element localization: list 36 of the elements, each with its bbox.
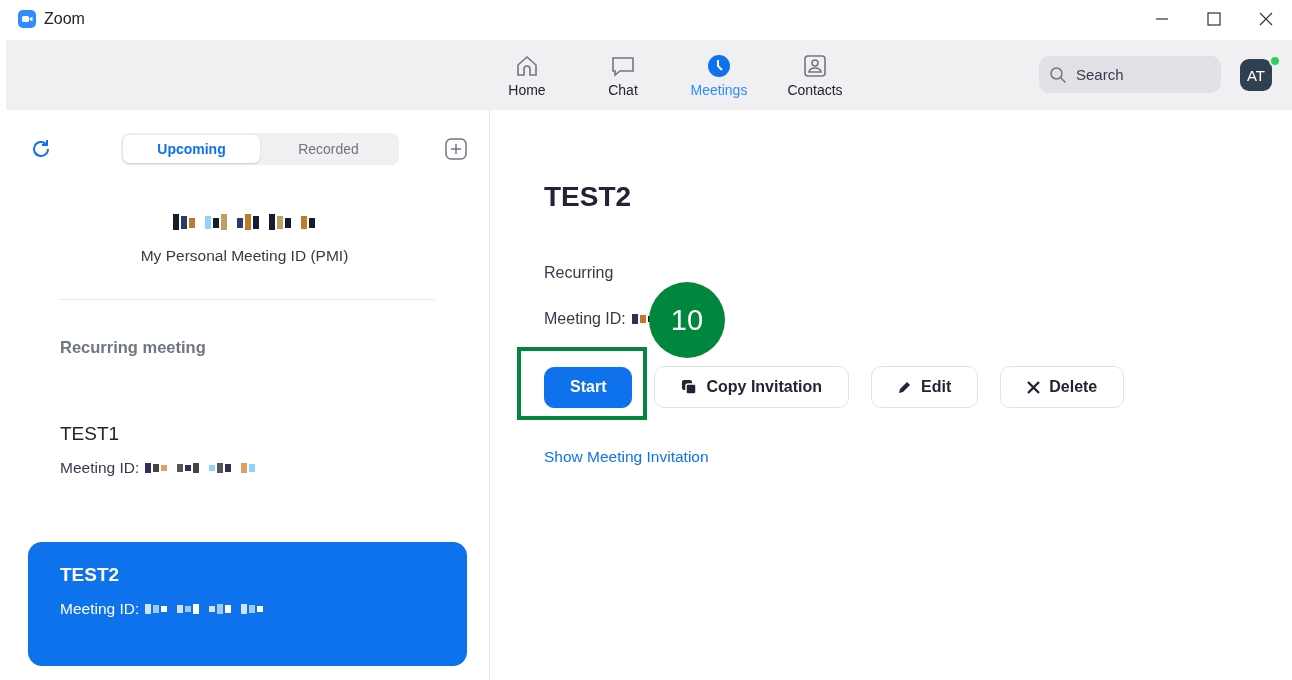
meeting-title: TEST2 [544,181,633,213]
app-logo [18,10,36,28]
copy-icon [681,379,698,395]
meeting-id-label: Meeting ID: [60,600,140,618]
contact-card-icon [802,52,828,79]
tab[interactable]: Upcoming [123,135,260,163]
search-field[interactable]: Search [1039,56,1221,93]
delete-button[interactable]: Delete [1000,366,1125,408]
section-heading: Recurring meeting [60,338,207,357]
search-icon [1049,66,1067,84]
user-avatar[interactable]: AT [1240,59,1272,91]
meeting-id-label: Meeting ID: [544,310,626,328]
tab[interactable]: Recorded [260,135,397,163]
step-number-badge: 10 [649,282,725,358]
window-title: Zoom [44,10,85,28]
show-invitation-link[interactable]: Show Meeting Invitation [544,448,709,466]
meeting-title: TEST1 [60,423,121,445]
pmi-caption: My Personal Meeting ID (PMI) [140,247,349,265]
nav-tab[interactable]: Chat [575,40,671,110]
meeting-list-item[interactable]: TEST2 Meeting ID: [28,542,467,666]
start-button[interactable]: Start [544,366,633,408]
nav-tab[interactable]: Home [479,40,575,110]
clock-icon [706,52,732,79]
recurrence-label: Recurring [544,264,615,282]
copy-button[interactable]: Copy Invitation [654,366,849,408]
maximize-icon [1207,12,1221,26]
pencil-icon [898,380,912,394]
meeting-title: TEST2 [60,564,121,586]
edit-button[interactable]: Edit [871,366,979,408]
add-icon[interactable] [445,138,467,160]
nav-tab[interactable]: Contacts [767,40,863,110]
refresh-icon[interactable] [30,138,52,160]
close-icon [1259,12,1273,26]
close-icon [1027,380,1041,394]
meeting-id-label: Meeting ID: [60,459,140,477]
meeting-list-item[interactable]: TEST1 Meeting ID: [28,401,467,525]
